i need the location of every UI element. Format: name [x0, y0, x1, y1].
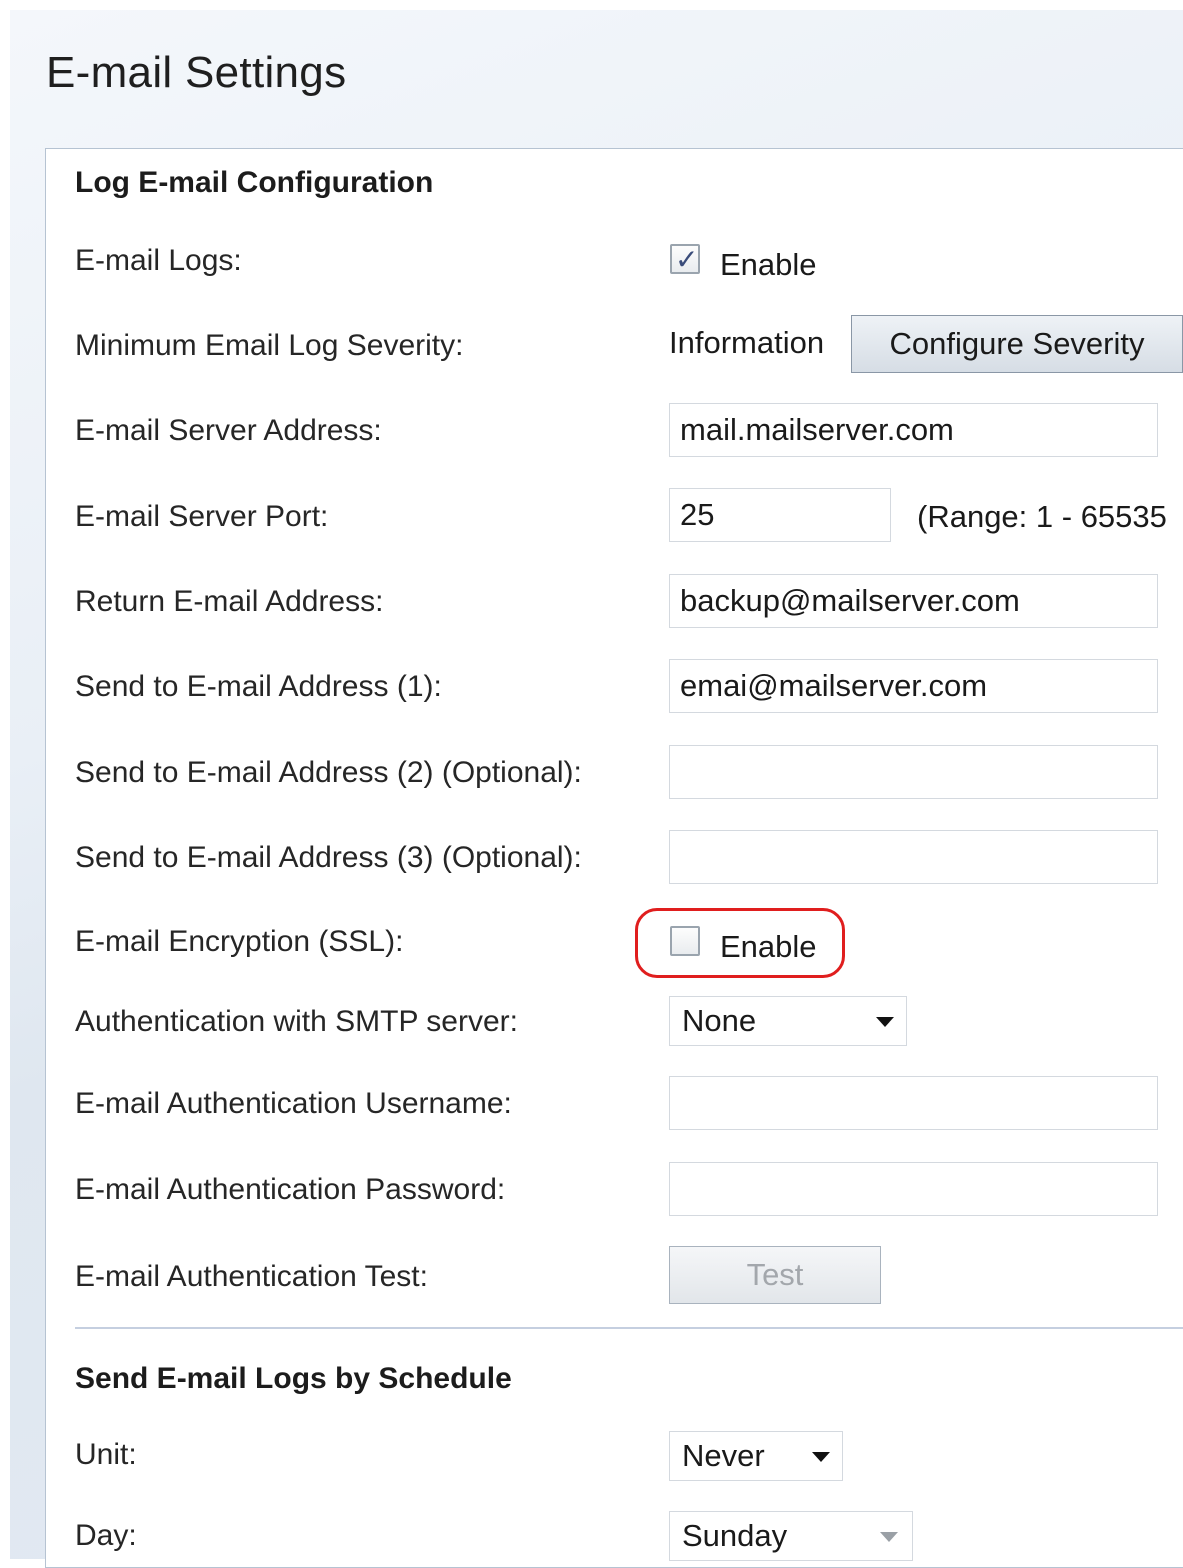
page-title: E-mail Settings	[46, 48, 347, 97]
day-select[interactable]: Sunday	[669, 1511, 913, 1561]
send-to-1-label: Send to E-mail Address (1):	[75, 670, 442, 703]
email-logs-enable-label[interactable]: Enable	[720, 247, 817, 283]
chevron-down-icon	[812, 1452, 830, 1462]
day-value: Sunday	[682, 1518, 788, 1553]
send-to-3-label: Send to E-mail Address (3) (Optional):	[75, 841, 582, 874]
configure-severity-button[interactable]: Configure Severity	[851, 315, 1183, 373]
test-button[interactable]: Test	[669, 1246, 881, 1304]
unit-label: Unit:	[75, 1438, 137, 1471]
section-heading-schedule: Send E-mail Logs by Schedule	[75, 1362, 512, 1395]
smtp-auth-label: Authentication with SMTP server:	[75, 1005, 518, 1038]
auth-password-input[interactable]	[669, 1162, 1158, 1216]
chevron-down-icon	[880, 1532, 898, 1542]
email-logs-label: E-mail Logs:	[75, 244, 242, 277]
encryption-checkbox[interactable]	[670, 926, 700, 956]
server-port-input[interactable]	[669, 488, 891, 542]
encryption-label: E-mail Encryption (SSL):	[75, 925, 404, 958]
section-divider	[75, 1327, 1183, 1329]
send-to-1-input[interactable]	[669, 659, 1158, 713]
unit-select[interactable]: Never	[669, 1431, 843, 1481]
server-address-input[interactable]	[669, 403, 1158, 457]
auth-username-input[interactable]	[669, 1076, 1158, 1130]
auth-username-label: E-mail Authentication Username:	[75, 1087, 512, 1120]
day-label: Day:	[75, 1519, 137, 1552]
send-to-2-label: Send to E-mail Address (2) (Optional):	[75, 756, 582, 789]
server-port-label: E-mail Server Port:	[75, 500, 329, 533]
send-to-2-input[interactable]	[669, 745, 1158, 799]
smtp-auth-value: None	[682, 1003, 757, 1038]
return-address-input[interactable]	[669, 574, 1158, 628]
return-address-label: Return E-mail Address:	[75, 585, 384, 618]
auth-password-label: E-mail Authentication Password:	[75, 1173, 506, 1206]
auth-test-label: E-mail Authentication Test:	[75, 1260, 428, 1293]
encryption-enable-label[interactable]: Enable	[720, 929, 817, 965]
min-severity-label: Minimum Email Log Severity:	[75, 329, 464, 362]
checkmark-icon: ✓	[675, 244, 699, 275]
unit-value: Never	[682, 1438, 765, 1473]
server-address-label: E-mail Server Address:	[75, 414, 382, 447]
section-heading-log-config: Log E-mail Configuration	[75, 166, 434, 199]
send-to-3-input[interactable]	[669, 830, 1158, 884]
min-severity-value: Information	[669, 325, 825, 360]
chevron-down-icon	[876, 1017, 894, 1027]
server-port-range-hint: (Range: 1 - 65535	[917, 499, 1167, 534]
email-logs-checkbox[interactable]: ✓	[670, 244, 700, 275]
smtp-auth-select[interactable]: None	[669, 996, 907, 1046]
